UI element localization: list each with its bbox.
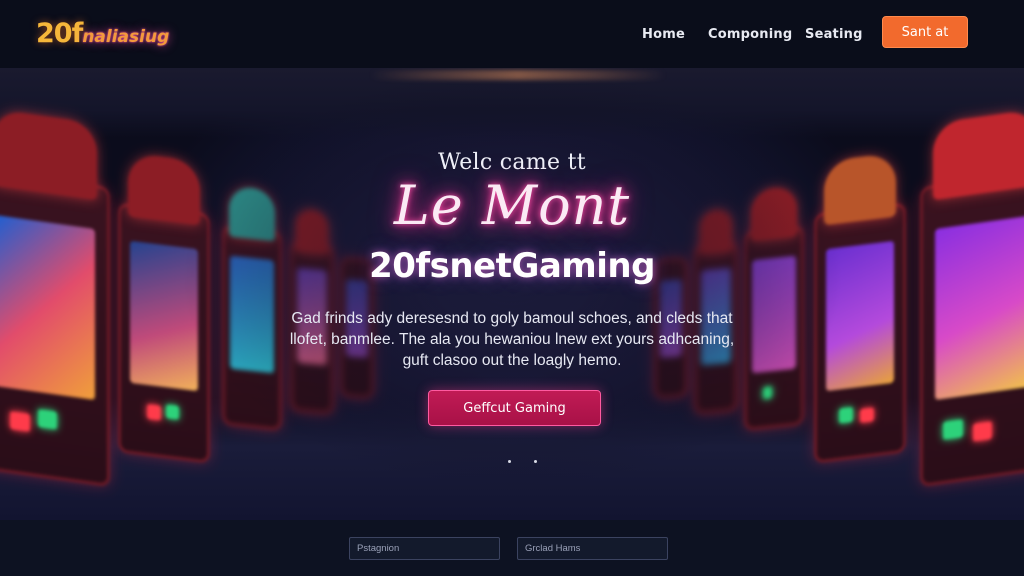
nav-componing[interactable]: Componing <box>708 27 792 42</box>
hero-overlay <box>0 68 1024 520</box>
hero-script-title: Le Mont <box>393 174 631 237</box>
site-logo[interactable]: 20f naliasiug <box>36 18 169 49</box>
landing-page: 20f naliasiug Home Componing Seating San… <box>0 0 1024 576</box>
pstagnion-field[interactable] <box>349 537 500 560</box>
logo-number: 20f <box>36 18 83 49</box>
hero-cta-button[interactable]: Geffcut Gaming <box>428 390 601 426</box>
hero-description-line: llofet, banmlee. The ala you hewaniou ln… <box>289 331 735 348</box>
hero-description: Gad frinds ady deresesnd to goly bamoul … <box>282 308 742 371</box>
grclad-hams-field[interactable] <box>517 537 668 560</box>
site-header: 20f naliasiug Home Componing Seating San… <box>0 0 1024 68</box>
nav-seating[interactable]: Seating <box>805 27 863 42</box>
hero-description-line: guft clasoo out the loagly hemo. <box>402 352 622 369</box>
carousel-dot[interactable] <box>508 460 511 463</box>
hero-section: Welc came tt Le Mont 20fsnetGaming Gad f… <box>0 68 1024 520</box>
hero-welcome: Welc came tt <box>438 150 586 175</box>
carousel-dots <box>504 460 544 466</box>
logo-wordmark: naliasiug <box>82 27 170 47</box>
site-footer <box>0 520 1024 576</box>
hero-description-line: Gad frinds ady deresesnd to goly bamoul … <box>291 310 733 327</box>
hero-brand-title: 20fsnetGaming <box>369 246 655 286</box>
header-cta-button[interactable]: Sant at <box>882 16 968 48</box>
carousel-dot[interactable] <box>534 460 537 463</box>
nav-home[interactable]: Home <box>642 27 685 42</box>
